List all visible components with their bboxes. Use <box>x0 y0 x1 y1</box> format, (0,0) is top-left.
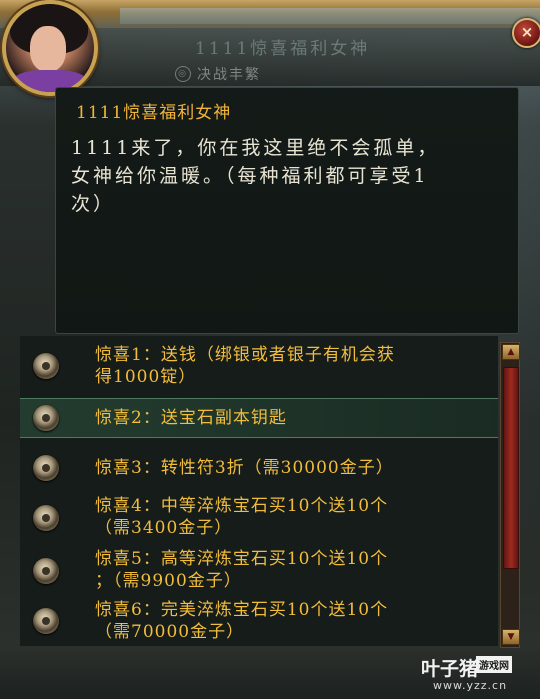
coin-icon <box>33 455 59 481</box>
site-watermark: 叶子猪 游戏网 www.yzz.cn <box>415 654 537 696</box>
coin-icon <box>33 405 59 431</box>
watermark-brand: 叶子猪 <box>421 658 479 680</box>
scroll-down-button[interactable]: ▼ <box>502 629 520 645</box>
coin-icon <box>33 505 59 531</box>
option-item-1[interactable]: 惊喜1：送钱（绑银或者银子有机会获 得1000锭） <box>20 336 498 394</box>
window-title: 1111惊喜福利女神 <box>195 39 371 59</box>
option-item-5[interactable]: 惊喜5：高等淬炼宝石买10个送10个 ；（需9900金子） <box>20 546 498 598</box>
npc-name: 1111惊喜福利女神 <box>76 103 232 123</box>
option-label: 惊喜1：送钱（绑银或者银子有机会获 得1000锭） <box>95 345 395 387</box>
close-icon: × <box>520 23 534 41</box>
option-label: 惊喜4：中等淬炼宝石买10个送10个 （需3400金子） <box>95 496 389 538</box>
option-item-3[interactable]: 惊喜3：转性符3折（需30000金子） <box>20 448 498 488</box>
window-subtitle: ◎ 决战丰繁 <box>175 64 261 84</box>
option-item-2[interactable]: 惊喜2：送宝石副本钥匙 <box>20 398 498 438</box>
coin-icon <box>33 558 59 584</box>
watermark-tag: 游戏网 <box>476 656 512 673</box>
npc-message: 1111来了，你在我这里绝不会孤单， 女神给你温暖。（每种福利都可享受1 次） <box>71 137 440 215</box>
option-label: 惊喜2：送宝石副本钥匙 <box>95 408 287 428</box>
dialog-text-panel: 1111惊喜福利女神 1111来了，你在我这里绝不会孤单， 女神给你温暖。（每种… <box>55 87 519 334</box>
options-scrollbar[interactable]: ▲ ▼ <box>500 342 520 648</box>
option-item-6[interactable]: 惊喜6：完美淬炼宝石买10个送10个 （需70000金子） <box>20 598 498 646</box>
option-label: 惊喜5：高等淬炼宝石买10个送10个 ；（需9900金子） <box>95 549 389 591</box>
npc-portrait <box>2 0 98 96</box>
option-label: 惊喜6：完美淬炼宝石买10个送10个 （需70000金子） <box>95 600 389 642</box>
subtitle-label: 决战丰繁 <box>197 67 261 83</box>
close-button[interactable]: × <box>512 18 540 48</box>
coin-icon <box>33 353 59 379</box>
scroll-up-button[interactable]: ▲ <box>502 344 520 360</box>
scroll-thumb[interactable] <box>503 367 519 569</box>
option-label: 惊喜3：转性符3折（需30000金子） <box>95 458 394 478</box>
option-item-4[interactable]: 惊喜4：中等淬炼宝石买10个送10个 （需3400金子） <box>20 491 498 543</box>
quest-marker-icon: ◎ <box>175 66 191 82</box>
options-list: 惊喜1：送钱（绑银或者银子有机会获 得1000锭） 惊喜2：送宝石副本钥匙 惊喜… <box>20 336 498 646</box>
watermark-url: www.yzz.cn <box>433 679 508 692</box>
coin-icon <box>33 608 59 634</box>
